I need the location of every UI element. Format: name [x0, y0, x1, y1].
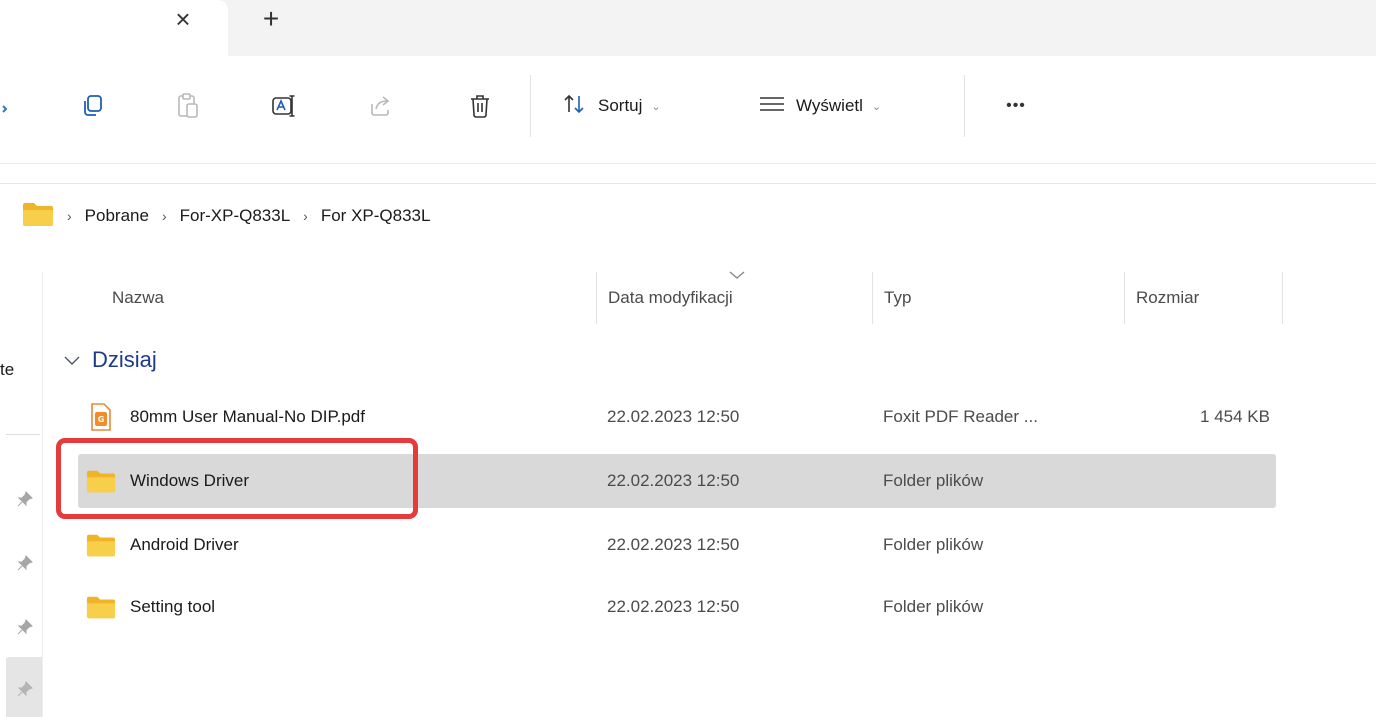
new-tab-icon[interactable]: + — [258, 5, 284, 33]
column-header-date[interactable]: Data modyfikacji — [608, 270, 733, 326]
file-type: Folder plików — [883, 471, 984, 490]
column-header-name[interactable]: Nazwa — [112, 270, 164, 326]
folder-icon — [86, 594, 116, 620]
file-date: 22.02.2023 12:50 — [607, 471, 740, 490]
highlight-annotation — [56, 438, 418, 519]
file-type: Folder plików — [883, 597, 984, 616]
folder-icon — [22, 201, 54, 232]
file-date: 22.02.2023 12:50 — [607, 535, 740, 554]
breadcrumb-separator-icon: › — [67, 208, 72, 224]
file-name: Android Driver — [130, 535, 239, 554]
sidebar-divider — [6, 434, 40, 435]
file-name-cell: Setting tool — [86, 580, 215, 634]
sidebar-item-partial[interactable]: te — [0, 360, 14, 380]
file-name: 80mm User Manual-No DIP.pdf — [130, 407, 365, 426]
file-row[interactable]: Android Driver 22.02.2023 12:50 Folder p… — [78, 518, 1276, 572]
share-icon — [367, 93, 393, 119]
pin-icon[interactable] — [12, 676, 38, 702]
breadcrumb-separator-icon: › — [303, 208, 308, 224]
breadcrumb-item-pobrane[interactable]: Pobrane — [85, 206, 149, 226]
sort-label: Sortuj — [598, 96, 643, 115]
file-type: Foxit PDF Reader ... — [883, 407, 1038, 426]
close-tab-icon[interactable]: × — [170, 6, 196, 32]
sort-button[interactable]: Sortuj ⌄ — [562, 88, 661, 124]
group-label: Dzisiaj — [92, 347, 157, 372]
toolbar-overflow-icon — [0, 102, 10, 116]
pin-icon[interactable] — [12, 550, 38, 576]
sort-icon — [562, 93, 588, 120]
file-size: 1 454 KB — [1200, 407, 1270, 426]
file-name-cell: G 80mm User Manual-No DIP.pdf — [86, 390, 365, 444]
breadcrumb: › Pobrane › For-XP-Q833L › For XP-Q833L — [22, 198, 430, 234]
column-divider[interactable] — [1282, 272, 1283, 324]
address-divider — [0, 183, 1376, 184]
breadcrumb-item-for-xp-q833l[interactable]: For-XP-Q833L — [180, 206, 291, 226]
delete-button[interactable] — [462, 88, 498, 124]
delete-icon — [468, 93, 492, 119]
chevron-down-icon: ⌄ — [871, 100, 882, 113]
file-row[interactable]: Setting tool 22.02.2023 12:50 Folder pli… — [78, 580, 1276, 634]
copy-button[interactable] — [74, 88, 110, 124]
paste-button[interactable] — [170, 88, 206, 124]
file-row[interactable]: G 80mm User Manual-No DIP.pdf 22.02.2023… — [78, 390, 1276, 444]
chevron-down-icon: ⌄ — [651, 100, 661, 113]
more-options-button[interactable]: ••• — [996, 88, 1036, 124]
command-bar — [0, 56, 1376, 164]
svg-text:G: G — [98, 415, 105, 424]
file-type: Folder plików — [883, 535, 984, 554]
breadcrumb-separator-icon: › — [161, 208, 167, 224]
chevron-down-icon — [62, 350, 82, 370]
toolbar-divider — [0, 163, 1376, 164]
folder-icon — [86, 532, 116, 558]
file-name-cell: Android Driver — [86, 518, 239, 572]
view-list-icon — [758, 94, 786, 119]
toolbar-separator — [964, 75, 965, 137]
share-button[interactable] — [362, 88, 398, 124]
rename-icon — [270, 93, 298, 119]
column-divider[interactable] — [596, 272, 597, 324]
group-header-today[interactable]: Dzisiaj — [62, 342, 157, 378]
toolbar-separator — [530, 75, 531, 137]
column-divider[interactable] — [872, 272, 873, 324]
file-date: 22.02.2023 12:50 — [607, 597, 740, 616]
column-divider[interactable] — [1124, 272, 1125, 324]
pdf-file-icon: G — [86, 403, 116, 431]
column-header-size[interactable]: Rozmiar — [1136, 270, 1199, 326]
view-button[interactable]: Wyświetl ⌄ — [758, 88, 881, 124]
sidebar-border — [42, 272, 43, 717]
view-label: Wyświetl — [796, 96, 863, 115]
rename-button[interactable] — [266, 88, 302, 124]
paste-icon — [175, 92, 201, 120]
copy-icon — [79, 93, 105, 119]
file-date: 22.02.2023 12:50 — [607, 407, 740, 426]
pin-icon[interactable] — [12, 486, 38, 512]
file-name: Setting tool — [130, 597, 216, 616]
breadcrumb-item-current[interactable]: For XP-Q833L — [321, 206, 431, 226]
pin-icon[interactable] — [12, 614, 38, 640]
column-header-type[interactable]: Typ — [884, 270, 911, 326]
